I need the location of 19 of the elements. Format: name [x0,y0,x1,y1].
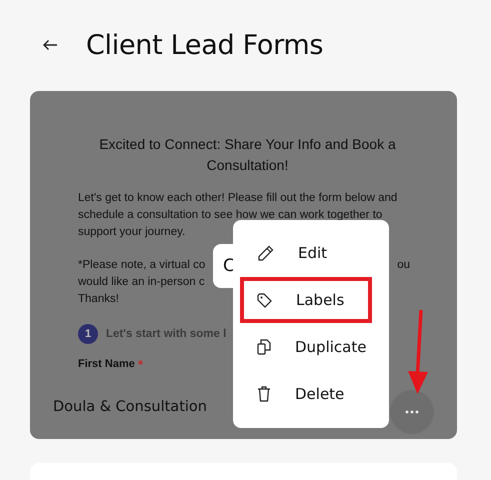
menu-item[interactable]: Labels [240,277,372,323]
more-icon [405,410,419,414]
pencil-icon [257,244,274,262]
form-name: Doula & Consultation [53,399,207,415]
back-icon[interactable] [42,39,58,51]
page-title: Client Lead Forms [86,30,324,60]
form-note-text: *Please note, a virtual co [78,258,206,273]
step-title: Let's start with some l [106,328,226,340]
form-note-text: ou [397,258,410,273]
tag-icon [257,292,272,308]
form-note-text: would like an in-person c [78,275,205,290]
menu-item[interactable]: Delete [240,371,372,417]
form-note-text: Thanks! [78,292,119,307]
step-number: 1 [78,324,98,344]
field-label: First Name [78,358,135,370]
trash-icon [257,386,271,402]
copy-icon [257,339,271,355]
menu-item[interactable]: Duplicate [240,324,372,370]
form-heading: Excited to Connect: Share Your Info and Book a Consultation! [98,135,397,175]
